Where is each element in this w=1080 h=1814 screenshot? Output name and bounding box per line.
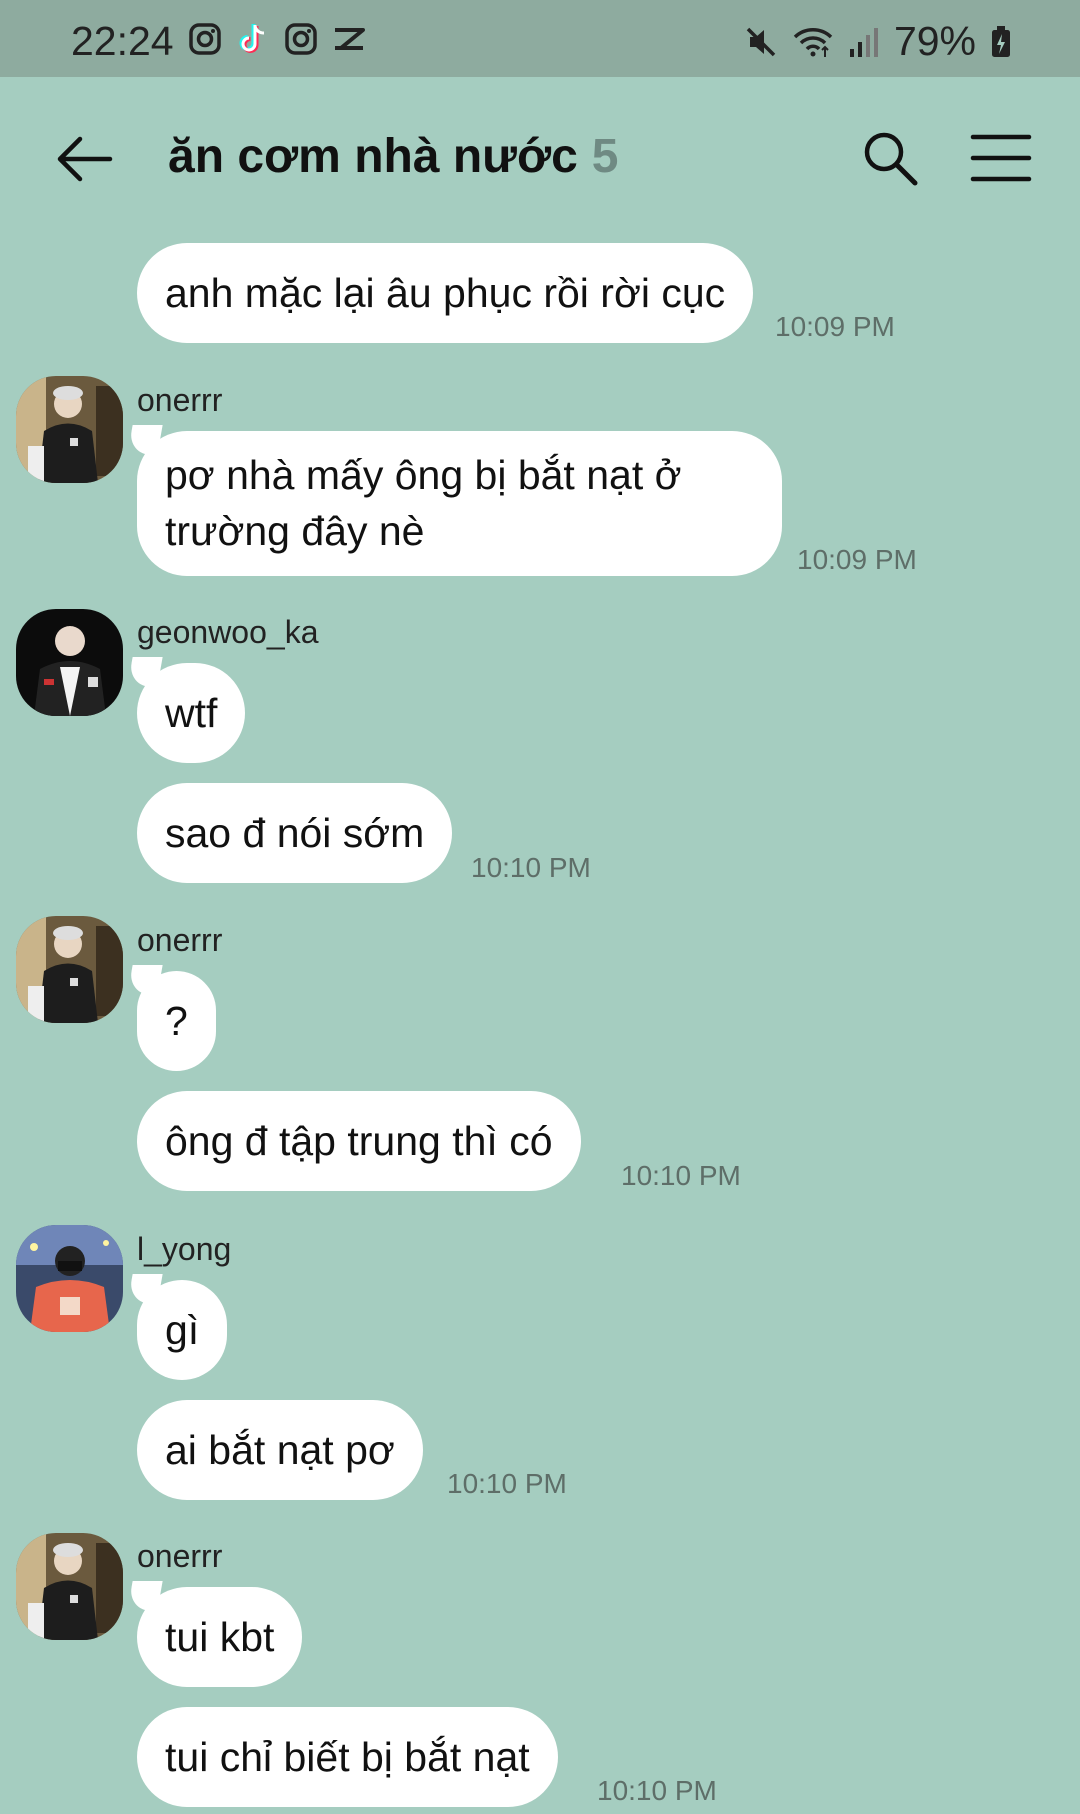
sender-name: onerrr [137, 382, 223, 418]
avatar-geonwoo-ka[interactable] [16, 609, 123, 716]
message-time: 10:10 PM [597, 1775, 717, 1806]
sender-name: onerrr [137, 1538, 223, 1574]
message-bubble[interactable]: pơ nhà mấy ông bị bắt nạt ở trường đây n… [137, 431, 782, 576]
sender-name: onerrr [137, 922, 223, 958]
avatar-onerrr[interactable] [16, 1533, 123, 1640]
status-bar: 22:24 79% [0, 0, 1080, 77]
message-bubble[interactable]: sao đ nói sớm [137, 783, 453, 883]
avatar-l-yong[interactable] [16, 1225, 123, 1332]
mute-icon [746, 27, 776, 56]
message-bubble[interactable]: wtf [137, 663, 246, 763]
search-icon[interactable] [860, 128, 920, 188]
avatar-onerrr[interactable] [16, 916, 123, 1023]
wifi-icon [793, 27, 833, 57]
chat-name: ăn cơm nhà nước [168, 130, 578, 183]
message-bubble[interactable]: tui chỉ biết bị bắt nạt [137, 1707, 558, 1807]
avatar-onerrr[interactable] [16, 376, 123, 483]
sender-name: geonwoo_ka [137, 614, 319, 650]
message-time: 10:10 PM [471, 852, 591, 883]
menu-icon[interactable] [970, 132, 1032, 184]
instagram-icon [189, 23, 221, 55]
message-bubble[interactable]: tui kbt [137, 1587, 303, 1687]
message-time: 10:09 PM [775, 311, 895, 342]
back-arrow-icon[interactable] [52, 127, 116, 191]
tiktok-icon [239, 24, 265, 53]
message-bubble[interactable]: anh mặc lại âu phục rồi rời cục [137, 243, 754, 343]
message-bubble[interactable]: ai bắt nạt pơ [137, 1400, 423, 1500]
status-time: 22:24 [71, 18, 174, 64]
instagram-icon [285, 23, 317, 55]
capcut-icon [335, 28, 365, 50]
message-bubble[interactable]: gì [137, 1280, 228, 1380]
chat-title: ăn cơm nhà nước 5 [168, 129, 618, 184]
message-time: 10:10 PM [447, 1468, 567, 1499]
battery-percentage: 79% [893, 18, 976, 64]
message-time: 10:10 PM [621, 1160, 741, 1191]
member-count: 5 [591, 130, 619, 183]
notification-icons [188, 22, 366, 56]
sender-name: l_yong [137, 1231, 232, 1267]
system-icons: 79% [744, 18, 1012, 65]
battery-charging-icon [992, 25, 1010, 57]
signal-icon [849, 27, 878, 57]
message-bubble[interactable]: ông đ tập trung thì có [137, 1091, 581, 1191]
message-bubble[interactable]: ? [137, 971, 216, 1071]
message-time: 10:09 PM [797, 544, 917, 575]
chat-header: ăn cơm nhà nước 5 [0, 77, 1080, 237]
